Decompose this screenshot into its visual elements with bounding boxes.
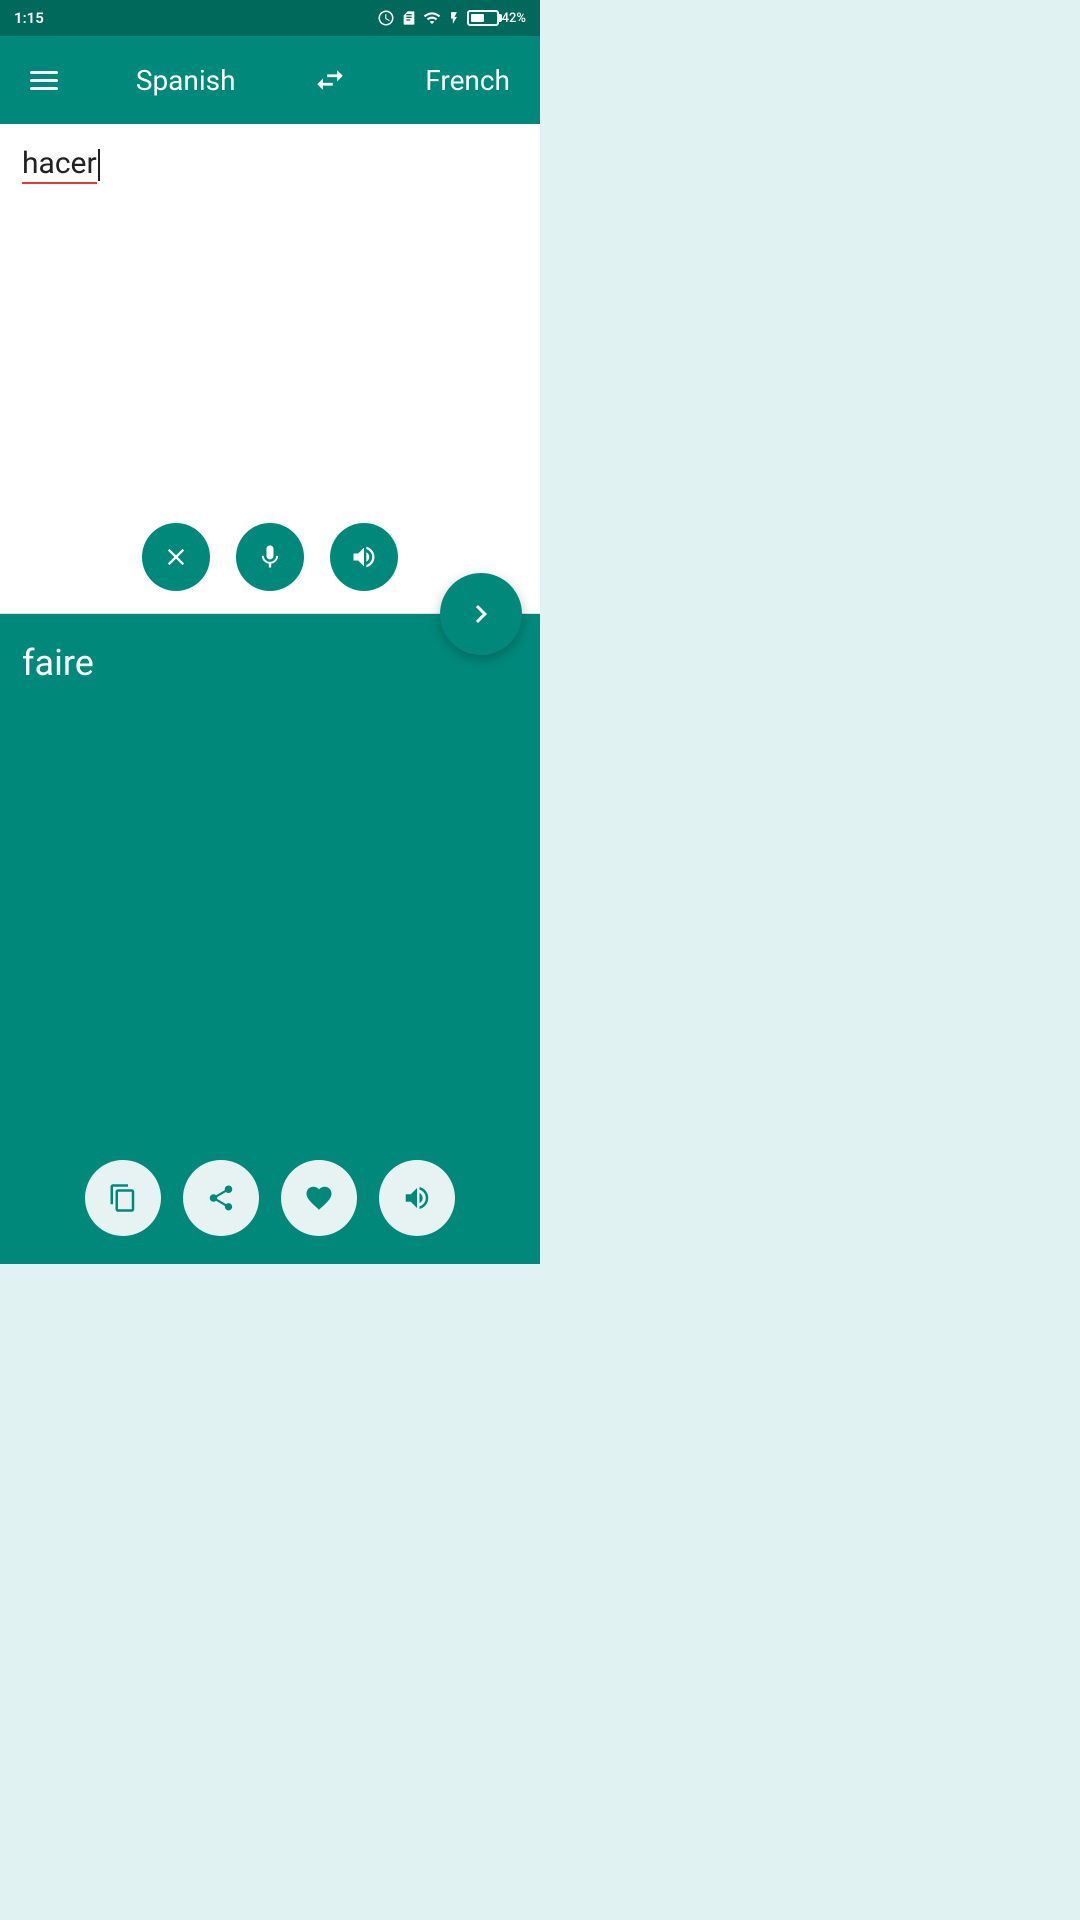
battery-percent: 42% xyxy=(502,11,526,26)
share-icon xyxy=(206,1183,236,1213)
swap-languages-button[interactable] xyxy=(313,63,347,97)
charging-icon xyxy=(447,9,461,27)
status-time: 1:15 xyxy=(14,9,44,27)
speaker-icon xyxy=(402,1183,432,1213)
speak-source-button[interactable] xyxy=(330,523,398,591)
battery-icon xyxy=(467,10,499,26)
hamburger-line-1 xyxy=(30,71,58,74)
microphone-button[interactable] xyxy=(236,523,304,591)
source-language-label[interactable]: Spanish xyxy=(136,64,236,97)
text-cursor xyxy=(98,149,100,181)
battery-fill xyxy=(471,14,484,22)
listen-translation-button[interactable] xyxy=(379,1160,455,1236)
hamburger-line-3 xyxy=(30,87,58,90)
alarm-icon xyxy=(377,9,395,27)
send-icon xyxy=(463,596,499,632)
status-bar: 1:15 42% xyxy=(0,0,540,36)
clear-button[interactable] xyxy=(142,523,210,591)
heart-icon xyxy=(304,1183,334,1213)
copy-icon xyxy=(108,1183,138,1213)
favorite-button[interactable] xyxy=(281,1160,357,1236)
volume-icon xyxy=(350,543,378,571)
translation-panel: faire xyxy=(0,614,540,1264)
battery-container: 42% xyxy=(467,10,526,26)
input-panel: hacer xyxy=(0,124,540,614)
output-action-buttons xyxy=(85,1160,455,1236)
target-language-label[interactable]: French xyxy=(425,64,510,97)
copy-button[interactable] xyxy=(85,1160,161,1236)
battery-tip xyxy=(498,14,502,22)
mic-icon xyxy=(256,543,284,571)
signal-icon xyxy=(423,9,441,27)
input-word: hacer xyxy=(22,146,97,184)
status-icons: 42% xyxy=(377,9,526,27)
share-button[interactable] xyxy=(183,1160,259,1236)
input-action-buttons xyxy=(142,523,398,591)
translate-button[interactable] xyxy=(440,573,522,655)
input-text-display[interactable]: hacer xyxy=(22,146,100,181)
close-icon xyxy=(162,543,190,571)
hamburger-line-2 xyxy=(30,79,58,82)
top-bar: Spanish French xyxy=(0,36,540,124)
sim-icon xyxy=(401,10,417,26)
hamburger-menu-button[interactable] xyxy=(30,71,58,90)
translation-output: faire xyxy=(22,642,94,684)
